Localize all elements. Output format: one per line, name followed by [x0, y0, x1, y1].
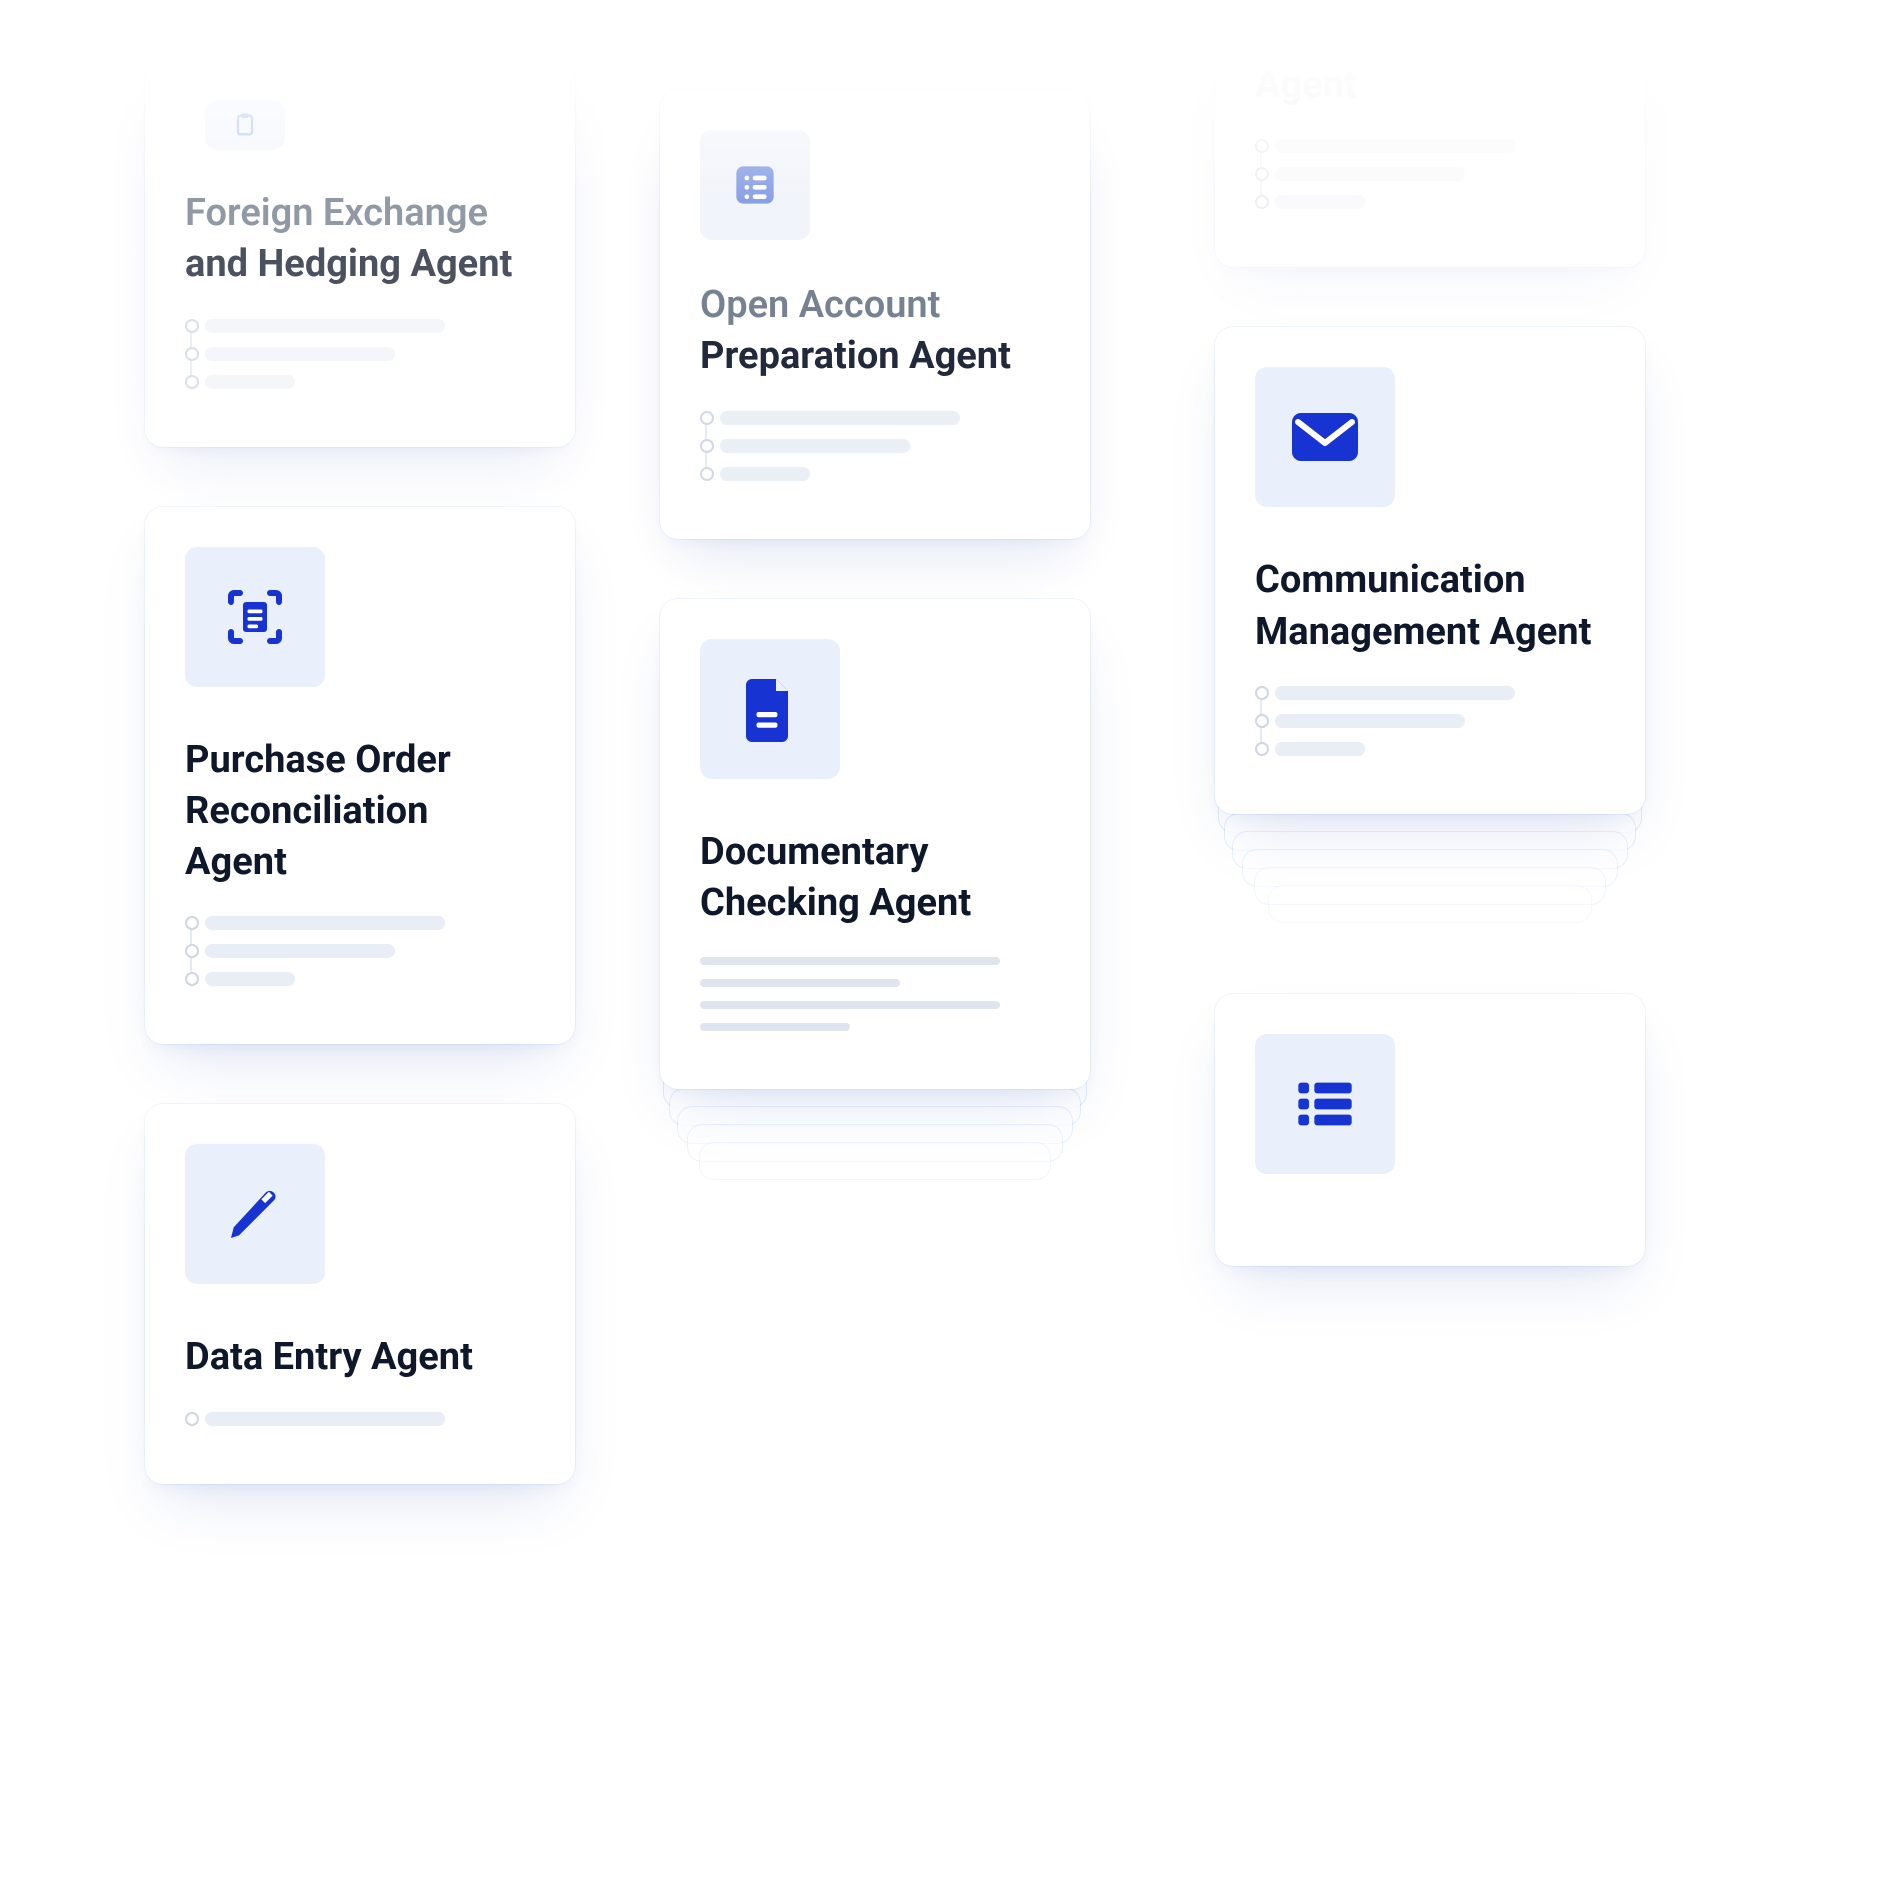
card-title: Foreign Exchange and Hedging Agent [185, 188, 535, 291]
document-icon [700, 639, 840, 779]
card-bottom-right-partial[interactable] [1215, 994, 1645, 1266]
clipboard-icon [205, 100, 285, 150]
placeholder-lines [1255, 139, 1605, 209]
card-title: Data Entry Agent [185, 1332, 535, 1383]
placeholder-lines [185, 1412, 535, 1426]
card-title: Purchase Order Reconciliation Agent [185, 735, 535, 889]
pencil-icon [185, 1144, 325, 1284]
placeholder-text-lines [700, 957, 1050, 1031]
card-title: Agent [1255, 60, 1605, 111]
placeholder-lines [700, 411, 1050, 481]
card-open-account-preparation-agent[interactable]: Open Account Preparation Agent [660, 90, 1090, 539]
card-documentary-checking-agent-stack: Documentary Checking Agent [660, 599, 1090, 1090]
card-agent-top-faded[interactable]: Agent [1215, 30, 1645, 267]
grid-list-icon [1255, 1034, 1395, 1174]
card-purchase-order-reconciliation-agent[interactable]: Purchase Order Reconciliation Agent [145, 507, 575, 1045]
placeholder-lines [185, 319, 535, 389]
placeholder-lines [185, 916, 535, 986]
card-title: Open Account Preparation Agent [700, 280, 1050, 383]
card-foreign-exchange-hedging-agent[interactable]: Foreign Exchange and Hedging Agent [145, 60, 575, 447]
card-title: Documentary Checking Agent [700, 827, 1050, 930]
card-title: Communication Management Agent [1255, 555, 1605, 658]
list-icon [700, 130, 810, 240]
agent-cards-grid: Foreign Exchange and Hedging Agent [0, 0, 1900, 1900]
scan-list-icon [185, 547, 325, 687]
card-communication-management-agent-stack: Communication Management Agent [1215, 327, 1645, 814]
card-data-entry-agent[interactable]: Data Entry Agent [145, 1104, 575, 1483]
card-documentary-checking-agent[interactable]: Documentary Checking Agent [660, 599, 1090, 1090]
mail-icon [1255, 367, 1395, 507]
placeholder-lines [1255, 686, 1605, 756]
card-communication-management-agent[interactable]: Communication Management Agent [1215, 327, 1645, 814]
